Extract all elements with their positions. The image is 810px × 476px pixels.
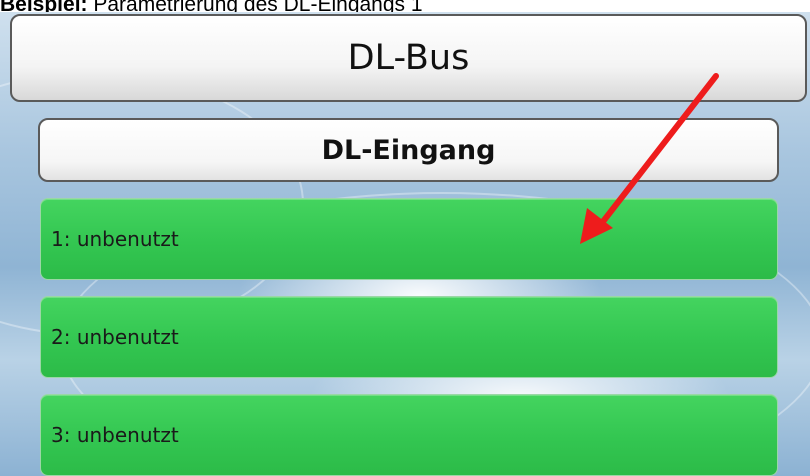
dl-input-2-button[interactable]: 2: unbenutzt — [40, 296, 778, 378]
dl-eingang-header[interactable]: DL-Eingang — [38, 118, 779, 182]
dl-input-2-label: 2: unbenutzt — [51, 325, 179, 349]
dl-input-1-label: 1: unbenutzt — [51, 227, 179, 251]
device-screen: DL-Bus DL-Eingang 1: unbenutzt 2: unbenu… — [0, 12, 810, 476]
subheader-title: DL-Eingang — [321, 134, 496, 166]
dl-input-3-label: 3: unbenutzt — [51, 423, 179, 447]
dl-input-1-button[interactable]: 1: unbenutzt — [40, 198, 778, 280]
header-title: DL-Bus — [347, 38, 470, 78]
dl-bus-header[interactable]: DL-Bus — [10, 14, 807, 102]
dl-input-3-button[interactable]: 3: unbenutzt — [40, 394, 778, 476]
